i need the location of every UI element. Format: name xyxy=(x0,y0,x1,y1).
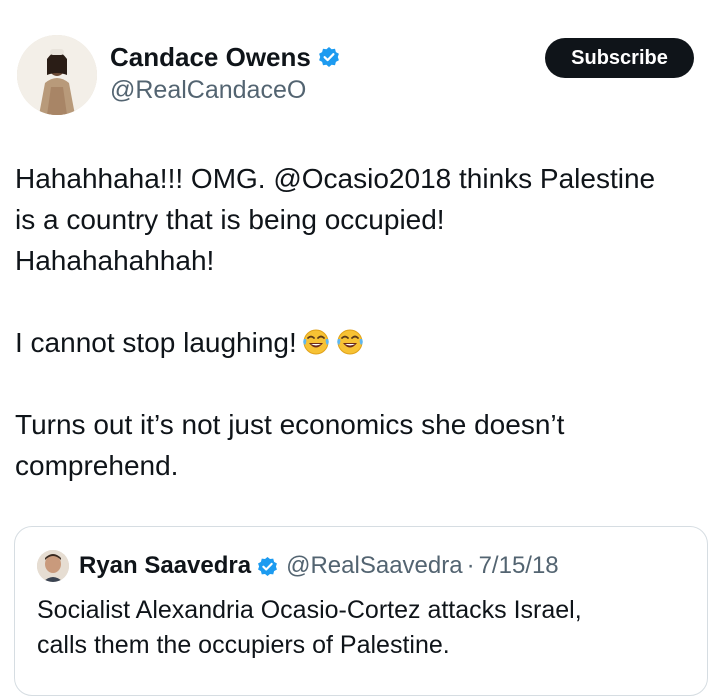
verified-badge-icon xyxy=(257,556,278,577)
author-avatar[interactable] xyxy=(17,35,97,115)
tweet-line: is a country that is being occupied! xyxy=(15,204,445,235)
tweet-line: Turns out it’s not just economics she do… xyxy=(15,409,565,440)
author-name[interactable]: Candace Owens xyxy=(110,42,311,73)
verified-badge-icon xyxy=(318,46,340,68)
author-handle[interactable]: @RealCandaceO xyxy=(110,76,340,105)
author-info: Candace Owens @RealCandaceO xyxy=(110,40,340,105)
tweet-line: comprehend. xyxy=(15,450,179,481)
subscribe-button[interactable]: Subscribe xyxy=(545,38,694,78)
quoted-line: Socialist Alexandria Ocasio-Cortez attac… xyxy=(37,596,582,624)
tweet-line: Hahahahahhah! xyxy=(15,245,215,276)
author-avatar-image xyxy=(17,35,97,115)
tweet-card: Candace Owens @RealCandaceO Subscribe Ha… xyxy=(0,0,720,696)
quoted-tweet[interactable]: Ryan Saavedra @RealSaavedra · 7/15/18 So… xyxy=(14,526,708,696)
tweet-line: I cannot stop laughing! xyxy=(15,327,297,358)
quoted-author-avatar[interactable] xyxy=(37,550,69,582)
quoted-tweet-text: Socialist Alexandria Ocasio-Cortez attac… xyxy=(37,593,697,663)
tweet-text: Hahahhaha!!! OMG. @Ocasio2018 thinks Pal… xyxy=(15,158,710,486)
quoted-tweet-header: Ryan Saavedra @RealSaavedra · 7/15/18 xyxy=(37,550,559,582)
face-with-tears-of-joy-icon xyxy=(335,327,365,357)
tweet-line: Hahahhaha!!! OMG. @Ocasio2018 thinks Pal… xyxy=(15,163,656,194)
quoted-line: calls them the occupiers of Palestine. xyxy=(37,631,450,659)
quoted-author-handle[interactable]: @RealSaavedra xyxy=(286,552,462,580)
separator-dot: · xyxy=(466,552,475,579)
tweet-line-with-emoji: I cannot stop laughing! xyxy=(15,322,710,363)
quoted-author-name[interactable]: Ryan Saavedra xyxy=(79,552,251,580)
face-with-tears-of-joy-icon xyxy=(301,327,331,357)
quoted-tweet-date[interactable]: 7/15/18 xyxy=(479,552,559,580)
